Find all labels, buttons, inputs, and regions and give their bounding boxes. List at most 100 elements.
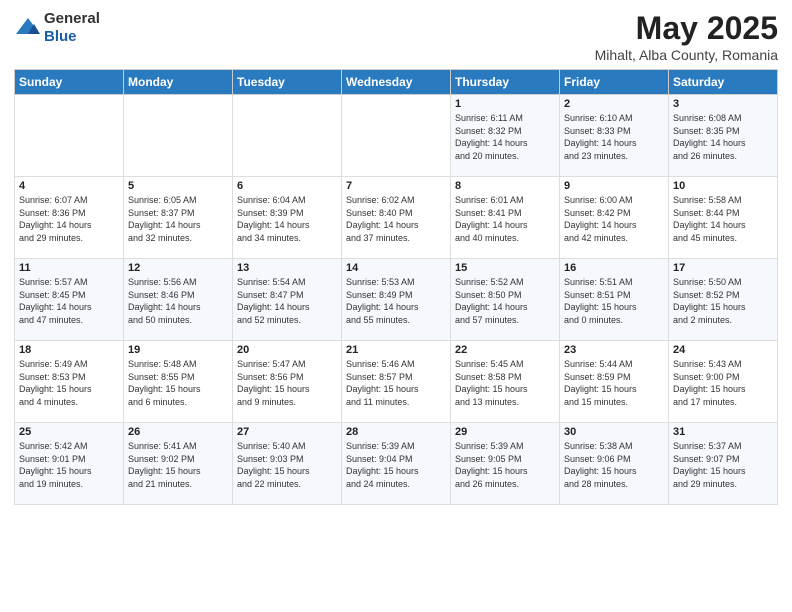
header-row-days: SundayMondayTuesdayWednesdayThursdayFrid…	[15, 70, 778, 95]
day-cell: 12 Sunrise: 5:56 AM Sunset: 8:46 PM Dayli…	[124, 259, 233, 341]
day-info: Sunrise: 5:46 AM Sunset: 8:57 PM Dayligh…	[346, 358, 446, 408]
day-number: 14	[346, 262, 446, 274]
day-number: 28	[346, 426, 446, 438]
col-header-saturday: Saturday	[669, 70, 778, 95]
day-cell: 24Sunrise: 5:43 AM Sunset: 9:00 PM Dayli…	[669, 341, 778, 423]
day-number: 5	[128, 180, 228, 192]
day-info: Sunrise: 5:48 AM Sunset: 8:55 PM Dayligh…	[128, 358, 228, 408]
col-header-friday: Friday	[560, 70, 669, 95]
col-header-tuesday: Tuesday	[233, 70, 342, 95]
day-number: 17	[673, 262, 773, 274]
day-cell: 11 Sunrise: 5:57 AM Sunset: 8:45 PM Dayli…	[15, 259, 124, 341]
day-info: Sunrise: 5:50 AM Sunset: 8:52 PM Dayligh…	[673, 276, 773, 326]
day-number: 30	[564, 426, 664, 438]
day-info: Sunrise: 5:53 AM Sunset: 8:49 PM Dayligh…	[346, 276, 446, 326]
day-number: 8	[455, 180, 555, 192]
title-block: May 2025 Mihalt, Alba County, Romania	[595, 10, 778, 63]
day-cell: 14 Sunrise: 5:53 AM Sunset: 8:49 PM Dayli…	[342, 259, 451, 341]
day-info: Sunrise: 5:44 AM Sunset: 8:59 PM Dayligh…	[564, 358, 664, 408]
day-cell: 30 Sunrise: 5:38 AM Sunset: 9:06 PM Dayli…	[560, 423, 669, 505]
day-info: Sunrise: 5:43 AM Sunset: 9:00 PM Dayligh…	[673, 358, 773, 408]
day-info: Sunrise: 5:38 AM Sunset: 9:06 PM Dayligh…	[564, 440, 664, 490]
day-cell: 26Sunrise: 5:41 AM Sunset: 9:02 PM Dayli…	[124, 423, 233, 505]
day-cell: 16 Sunrise: 5:51 AM Sunset: 8:51 PM Dayli…	[560, 259, 669, 341]
day-cell: 18Sunrise: 5:49 AM Sunset: 8:53 PM Dayli…	[15, 341, 124, 423]
day-info: Sunrise: 6:11 AM Sunset: 8:32 PM Dayligh…	[455, 112, 555, 162]
day-cell: 19Sunrise: 5:48 AM Sunset: 8:55 PM Dayli…	[124, 341, 233, 423]
day-cell	[233, 95, 342, 177]
day-number: 11	[19, 262, 119, 274]
day-cell: 15 Sunrise: 5:52 AM Sunset: 8:50 PM Dayli…	[451, 259, 560, 341]
day-cell: 20 Sunrise: 5:47 AM Sunset: 8:56 PM Dayli…	[233, 341, 342, 423]
day-info: Sunrise: 5:45 AM Sunset: 8:58 PM Dayligh…	[455, 358, 555, 408]
day-number: 31	[673, 426, 773, 438]
day-info: Sunrise: 6:08 AM Sunset: 8:35 PM Dayligh…	[673, 112, 773, 162]
day-cell: 31 Sunrise: 5:37 AM Sunset: 9:07 PM Dayli…	[669, 423, 778, 505]
day-number: 25	[19, 426, 119, 438]
day-info: Sunrise: 5:42 AM Sunset: 9:01 PM Dayligh…	[19, 440, 119, 490]
day-info: Sunrise: 6:05 AM Sunset: 8:37 PM Dayligh…	[128, 194, 228, 244]
day-cell: 1 Sunrise: 6:11 AM Sunset: 8:32 PM Daylig…	[451, 95, 560, 177]
day-info: Sunrise: 6:02 AM Sunset: 8:40 PM Dayligh…	[346, 194, 446, 244]
day-cell: 22 Sunrise: 5:45 AM Sunset: 8:58 PM Dayli…	[451, 341, 560, 423]
day-info: Sunrise: 5:40 AM Sunset: 9:03 PM Dayligh…	[237, 440, 337, 490]
month-year: May 2025	[595, 10, 778, 47]
week-row-3: 18Sunrise: 5:49 AM Sunset: 8:53 PM Dayli…	[15, 341, 778, 423]
day-number: 10	[673, 180, 773, 192]
day-cell: 29Sunrise: 5:39 AM Sunset: 9:05 PM Dayli…	[451, 423, 560, 505]
day-cell: 9 Sunrise: 6:00 AM Sunset: 8:42 PM Daylig…	[560, 177, 669, 259]
col-header-sunday: Sunday	[15, 70, 124, 95]
day-cell	[124, 95, 233, 177]
day-number: 9	[564, 180, 664, 192]
day-cell: 27Sunrise: 5:40 AM Sunset: 9:03 PM Dayli…	[233, 423, 342, 505]
day-number: 16	[564, 262, 664, 274]
day-info: Sunrise: 5:39 AM Sunset: 9:04 PM Dayligh…	[346, 440, 446, 490]
day-number: 12	[128, 262, 228, 274]
day-info: Sunrise: 5:58 AM Sunset: 8:44 PM Dayligh…	[673, 194, 773, 244]
logo-blue: Blue	[44, 28, 77, 45]
week-row-0: 1 Sunrise: 6:11 AM Sunset: 8:32 PM Daylig…	[15, 95, 778, 177]
day-info: Sunrise: 5:37 AM Sunset: 9:07 PM Dayligh…	[673, 440, 773, 490]
day-info: Sunrise: 5:39 AM Sunset: 9:05 PM Dayligh…	[455, 440, 555, 490]
day-number: 2	[564, 98, 664, 110]
day-info: Sunrise: 5:52 AM Sunset: 8:50 PM Dayligh…	[455, 276, 555, 326]
day-cell: 13Sunrise: 5:54 AM Sunset: 8:47 PM Dayli…	[233, 259, 342, 341]
day-info: Sunrise: 6:04 AM Sunset: 8:39 PM Dayligh…	[237, 194, 337, 244]
day-cell: 17 Sunrise: 5:50 AM Sunset: 8:52 PM Dayli…	[669, 259, 778, 341]
day-cell: 7 Sunrise: 6:02 AM Sunset: 8:40 PM Daylig…	[342, 177, 451, 259]
day-number: 7	[346, 180, 446, 192]
day-info: Sunrise: 5:51 AM Sunset: 8:51 PM Dayligh…	[564, 276, 664, 326]
day-number: 13	[237, 262, 337, 274]
day-cell: 3 Sunrise: 6:08 AM Sunset: 8:35 PM Daylig…	[669, 95, 778, 177]
location: Mihalt, Alba County, Romania	[595, 47, 778, 63]
day-number: 23	[564, 344, 664, 356]
day-cell: 2Sunrise: 6:10 AM Sunset: 8:33 PM Daylig…	[560, 95, 669, 177]
day-number: 20	[237, 344, 337, 356]
day-number: 22	[455, 344, 555, 356]
col-header-monday: Monday	[124, 70, 233, 95]
day-cell: 23 Sunrise: 5:44 AM Sunset: 8:59 PM Dayli…	[560, 341, 669, 423]
day-cell	[15, 95, 124, 177]
logo-general: General	[44, 10, 100, 27]
col-header-thursday: Thursday	[451, 70, 560, 95]
week-row-2: 11 Sunrise: 5:57 AM Sunset: 8:45 PM Dayli…	[15, 259, 778, 341]
day-cell	[342, 95, 451, 177]
day-cell: 4 Sunrise: 6:07 AM Sunset: 8:36 PM Daylig…	[15, 177, 124, 259]
day-info: Sunrise: 5:47 AM Sunset: 8:56 PM Dayligh…	[237, 358, 337, 408]
day-number: 3	[673, 98, 773, 110]
day-number: 6	[237, 180, 337, 192]
day-number: 21	[346, 344, 446, 356]
logo: General Blue	[14, 10, 100, 46]
day-info: Sunrise: 6:00 AM Sunset: 8:42 PM Dayligh…	[564, 194, 664, 244]
day-cell: 25 Sunrise: 5:42 AM Sunset: 9:01 PM Dayli…	[15, 423, 124, 505]
week-row-1: 4 Sunrise: 6:07 AM Sunset: 8:36 PM Daylig…	[15, 177, 778, 259]
day-info: Sunrise: 6:07 AM Sunset: 8:36 PM Dayligh…	[19, 194, 119, 244]
day-number: 4	[19, 180, 119, 192]
day-number: 15	[455, 262, 555, 274]
day-info: Sunrise: 5:41 AM Sunset: 9:02 PM Dayligh…	[128, 440, 228, 490]
day-number: 1	[455, 98, 555, 110]
day-info: Sunrise: 5:56 AM Sunset: 8:46 PM Dayligh…	[128, 276, 228, 326]
day-info: Sunrise: 5:57 AM Sunset: 8:45 PM Dayligh…	[19, 276, 119, 326]
calendar-table: SundayMondayTuesdayWednesdayThursdayFrid…	[14, 69, 778, 505]
header-row: General Blue May 2025 Mihalt, Alba Count…	[14, 10, 778, 63]
